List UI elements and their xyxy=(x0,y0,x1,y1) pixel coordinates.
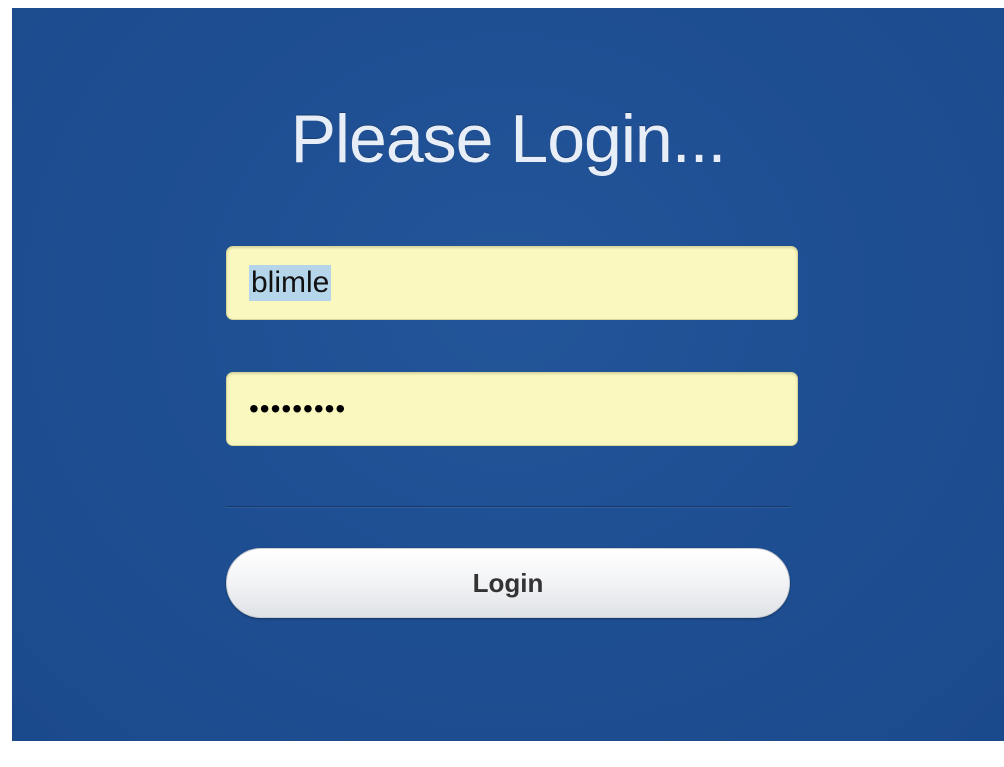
divider xyxy=(226,506,790,507)
username-value: blimle xyxy=(249,265,332,301)
page-title: Please Login... xyxy=(290,101,727,177)
login-button[interactable]: Login xyxy=(226,548,790,618)
password-value: ••••••••• xyxy=(249,393,347,424)
password-field[interactable]: ••••••••• xyxy=(226,372,798,446)
login-panel: Please Login... blimle ••••••••• Login xyxy=(12,8,1004,741)
username-field[interactable]: blimle xyxy=(226,246,798,320)
